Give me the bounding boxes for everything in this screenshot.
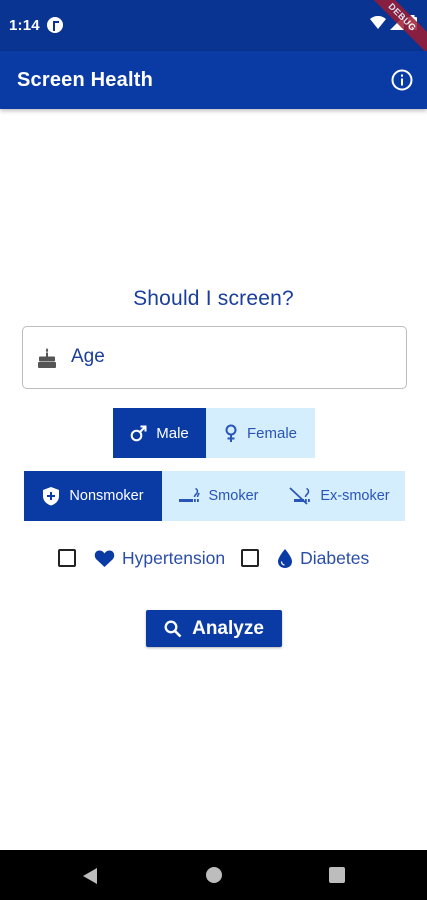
smoking-option-nonsmoker[interactable]: Nonsmoker bbox=[24, 471, 162, 521]
smoking-option-smoker-label: Smoker bbox=[208, 488, 259, 504]
hypertension-checkbox[interactable] bbox=[58, 549, 76, 567]
gender-option-female[interactable]: Female bbox=[206, 408, 315, 458]
status-time: 1:14 bbox=[9, 17, 40, 34]
cake-icon bbox=[37, 347, 57, 374]
diabetes-checkbox[interactable] bbox=[241, 549, 260, 567]
home-circle-icon[interactable] bbox=[206, 867, 222, 883]
hypertension-option[interactable]: Hypertension bbox=[94, 548, 225, 569]
gender-option-female-label: Female bbox=[246, 424, 298, 442]
smoking-option-smoker[interactable]: Smoker bbox=[162, 471, 274, 521]
analyze-label: Analyze bbox=[192, 617, 264, 639]
age-input[interactable] bbox=[71, 327, 391, 387]
analyze-button[interactable]: Analyze bbox=[146, 610, 282, 647]
info-icon bbox=[391, 69, 413, 91]
recent-square-icon[interactable] bbox=[329, 867, 345, 883]
wifi-icon bbox=[370, 15, 386, 29]
search-icon bbox=[164, 620, 182, 637]
smoking-selector: Nonsmoker Smoker Ex-smoker bbox=[24, 471, 405, 521]
hypertension-label: Hypertension bbox=[122, 547, 226, 568]
smoking-option-ex-smoker-label: Ex-smoker bbox=[320, 488, 390, 504]
info-button[interactable] bbox=[390, 68, 414, 92]
form-heading: Should I screen? bbox=[133, 287, 294, 310]
conditions-row: Hypertension Diabetes bbox=[58, 544, 369, 572]
smoke-free-icon bbox=[289, 487, 311, 505]
status-bar: 1:14 bbox=[0, 0, 427, 51]
gender-selector: Male Female bbox=[113, 408, 315, 458]
gender-option-male-label: Male bbox=[156, 424, 189, 442]
diabetes-label: Diabetes bbox=[300, 547, 370, 568]
app-notification-icon bbox=[47, 17, 63, 33]
app-bar: Screen Health bbox=[0, 51, 427, 109]
smoking-option-nonsmoker-label: Nonsmoker bbox=[69, 488, 144, 504]
smoking-option-ex-smoker[interactable]: Ex-smoker bbox=[274, 471, 405, 521]
gender-option-male[interactable]: Male bbox=[113, 408, 206, 458]
diabetes-option[interactable]: Diabetes bbox=[277, 548, 369, 569]
back-triangle-icon[interactable] bbox=[82, 867, 98, 885]
male-symbol-icon bbox=[130, 425, 147, 441]
shield-plus-icon bbox=[43, 487, 60, 506]
age-field[interactable] bbox=[22, 326, 407, 389]
smoking-icon bbox=[178, 487, 200, 502]
female-symbol-icon bbox=[225, 424, 237, 442]
app-title: Screen Health bbox=[17, 69, 153, 91]
heart-icon bbox=[94, 549, 115, 567]
system-nav-bar bbox=[0, 850, 427, 900]
water-drop-icon bbox=[278, 548, 293, 568]
